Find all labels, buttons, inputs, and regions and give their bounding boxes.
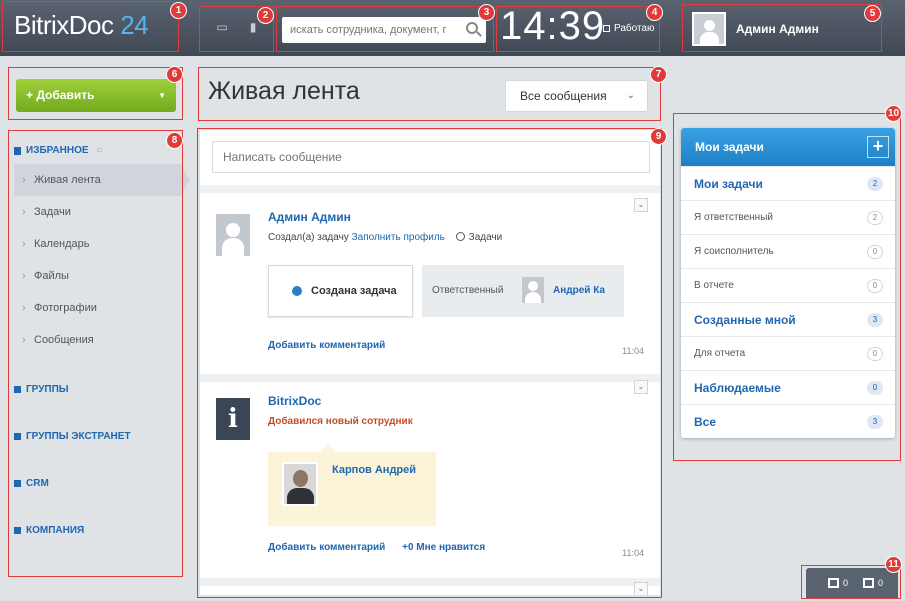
callout-box-4 (496, 6, 660, 52)
callout-box-1 (2, 1, 179, 52)
callout-badge: 11 (885, 556, 902, 573)
callout-box-7 (198, 67, 661, 121)
callout-badge: 8 (166, 132, 183, 149)
callout-badge: 10 (885, 105, 902, 122)
callout-badge: 3 (478, 4, 495, 21)
callout-badge: 4 (646, 4, 663, 21)
callout-box-8 (8, 130, 183, 577)
callout-box-9 (197, 128, 662, 598)
callout-badge: 6 (166, 66, 183, 83)
callout-box-5 (682, 4, 882, 52)
callout-badge: 1 (170, 2, 187, 19)
callout-box-3 (276, 6, 494, 52)
callout-box-10 (673, 113, 901, 461)
callout-box-6 (8, 67, 183, 120)
callout-badge: 7 (650, 66, 667, 83)
callout-badge: 5 (864, 5, 881, 22)
callout-badge: 9 (650, 128, 667, 145)
callout-box-11 (801, 565, 901, 599)
callout-badge: 2 (257, 7, 274, 24)
